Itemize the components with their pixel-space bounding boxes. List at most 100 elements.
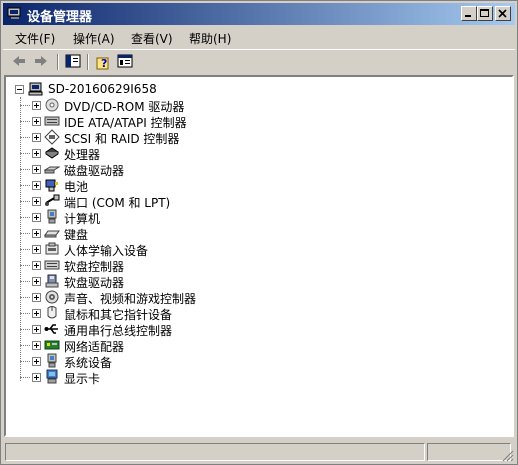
expand-toggle[interactable] — [32, 117, 41, 126]
tree-item-computer[interactable]: 计算机 — [6, 209, 306, 226]
processor-icon — [44, 145, 60, 161]
close-button[interactable] — [495, 6, 511, 21]
menu-view[interactable]: 查看(V) — [131, 30, 173, 47]
toolbar-separator — [87, 54, 89, 70]
title-bar[interactable]: 设备管理器 — [3, 3, 515, 25]
toolbar: ? — [3, 49, 515, 75]
device-tree[interactable]: SD-20160629I658 DVD/CD-ROM 驱动器 IDE ATA/AT… — [4, 75, 514, 437]
expand-toggle[interactable] — [32, 213, 41, 222]
tree-item-battery[interactable]: 电池 — [6, 177, 306, 194]
tree-connector-line — [20, 361, 30, 362]
help-button[interactable]: ? — [93, 53, 113, 71]
resize-grip-icon[interactable] — [502, 450, 514, 462]
tree-item-keyboard[interactable]: 键盘 — [6, 225, 306, 242]
expand-toggle[interactable] — [32, 293, 41, 302]
show-hide-tree-button[interactable] — [63, 53, 83, 71]
properties-button[interactable] — [115, 53, 135, 71]
expand-toggle[interactable] — [32, 341, 41, 350]
tree-item-ide[interactable]: IDE ATA/ATAPI 控制器 — [6, 113, 306, 130]
tree-item-dvd[interactable]: DVD/CD-ROM 驱动器 — [6, 97, 306, 114]
tree-connector-line — [20, 281, 30, 282]
expand-toggle[interactable] — [32, 277, 41, 286]
ide-controller-icon — [44, 113, 60, 129]
dvd-drive-icon — [44, 97, 60, 113]
tree-connector-line — [20, 345, 30, 346]
expand-toggle[interactable] — [32, 133, 41, 142]
tree-connector-line — [20, 249, 30, 250]
expand-toggle[interactable] — [32, 245, 41, 254]
expand-toggle[interactable] — [32, 149, 41, 158]
expand-toggle[interactable] — [32, 197, 41, 206]
expand-toggle[interactable] — [32, 261, 41, 270]
tree-connector-line — [20, 313, 30, 314]
menu-file[interactable]: 文件(F) — [15, 30, 55, 47]
system-devices-icon — [44, 353, 60, 369]
tree-item-label: 显示卡 — [64, 372, 101, 386]
expand-toggle[interactable] — [32, 229, 41, 238]
tree-item-display[interactable]: 显示卡 — [6, 369, 306, 386]
tree-connector-line — [20, 329, 30, 330]
tree-connector-line — [20, 233, 30, 234]
menu-bar: 文件(F) 操作(A) 查看(V) 帮助(H) — [3, 27, 515, 49]
tree-connector-line — [20, 169, 30, 170]
device-manager-window: 设备管理器 文件(F) 操作(A) 查看(V) 帮助(H) ? SD-20160… — [0, 0, 518, 465]
tree-item-system[interactable]: 系统设备 — [6, 353, 306, 370]
tree-item-usb[interactable]: 通用串行总线控制器 — [6, 321, 306, 338]
tree-item-hid[interactable]: 人体学输入设备 — [6, 241, 306, 258]
network-adapter-icon — [44, 337, 60, 353]
expand-toggle[interactable] — [32, 373, 41, 382]
sound-icon — [44, 289, 60, 305]
scsi-controller-icon — [44, 129, 60, 145]
keyboard-icon — [44, 225, 60, 241]
port-icon — [44, 193, 60, 209]
toolbar-separator — [57, 54, 59, 70]
hid-icon — [44, 241, 60, 257]
tree-item-floppy-drive[interactable]: 软盘驱动器 — [6, 273, 306, 290]
mouse-icon — [44, 305, 60, 321]
expand-toggle[interactable] — [32, 325, 41, 334]
forward-button[interactable] — [31, 53, 51, 71]
device-manager-icon — [7, 7, 23, 21]
back-button[interactable] — [9, 53, 29, 71]
battery-icon — [44, 177, 60, 193]
floppy-controller-icon — [44, 257, 60, 273]
tree-connector-line — [20, 185, 30, 186]
expand-toggle[interactable] — [32, 181, 41, 190]
tree-connector-line — [20, 217, 30, 218]
tree-root-computer[interactable]: SD-20160629I658 — [6, 81, 306, 97]
tree-connector-line — [20, 377, 30, 378]
floppy-drive-icon — [44, 273, 60, 289]
tree-item-scsi[interactable]: SCSI 和 RAID 控制器 — [6, 129, 306, 146]
tree-item-network[interactable]: 网络适配器 — [6, 337, 306, 354]
help-icon: ? — [96, 57, 109, 70]
tree-item-ports[interactable]: 端口 (COM 和 LPT) — [6, 193, 306, 210]
tree-item-sound[interactable]: 声音、视频和游戏控制器 — [6, 289, 306, 306]
status-bar — [3, 441, 515, 463]
expand-toggle[interactable] — [32, 165, 41, 174]
collapse-root-toggle[interactable] — [15, 85, 24, 94]
tree-connector-line — [20, 137, 30, 138]
expand-toggle[interactable] — [32, 101, 41, 110]
tree-connector-line — [20, 297, 30, 298]
tree-item-mouse[interactable]: 鼠标和其它指针设备 — [6, 305, 306, 322]
usb-icon — [44, 321, 60, 337]
tree-item-processor[interactable]: 处理器 — [6, 145, 306, 162]
tree-connector-line — [20, 121, 30, 122]
status-panel-secondary — [427, 443, 511, 461]
computer-icon — [28, 81, 44, 97]
tree-connector-line — [20, 201, 30, 202]
computer-icon — [44, 209, 60, 225]
maximize-button[interactable] — [477, 6, 493, 21]
expand-toggle[interactable] — [32, 357, 41, 366]
menu-action[interactable]: 操作(A) — [73, 30, 115, 47]
tree-item-disk[interactable]: 磁盘驱动器 — [6, 161, 306, 178]
expand-toggle[interactable] — [32, 309, 41, 318]
tree-connector-line — [20, 153, 30, 154]
tree-item-floppy-controller[interactable]: 软盘控制器 — [6, 257, 306, 274]
computer-name: SD-20160629I658 — [48, 82, 157, 96]
tree-connector-line — [20, 265, 30, 266]
svg-text:?: ? — [101, 57, 107, 70]
menu-help[interactable]: 帮助(H) — [189, 30, 231, 47]
minimize-button[interactable] — [461, 6, 477, 21]
tree-connector-line — [20, 105, 30, 106]
